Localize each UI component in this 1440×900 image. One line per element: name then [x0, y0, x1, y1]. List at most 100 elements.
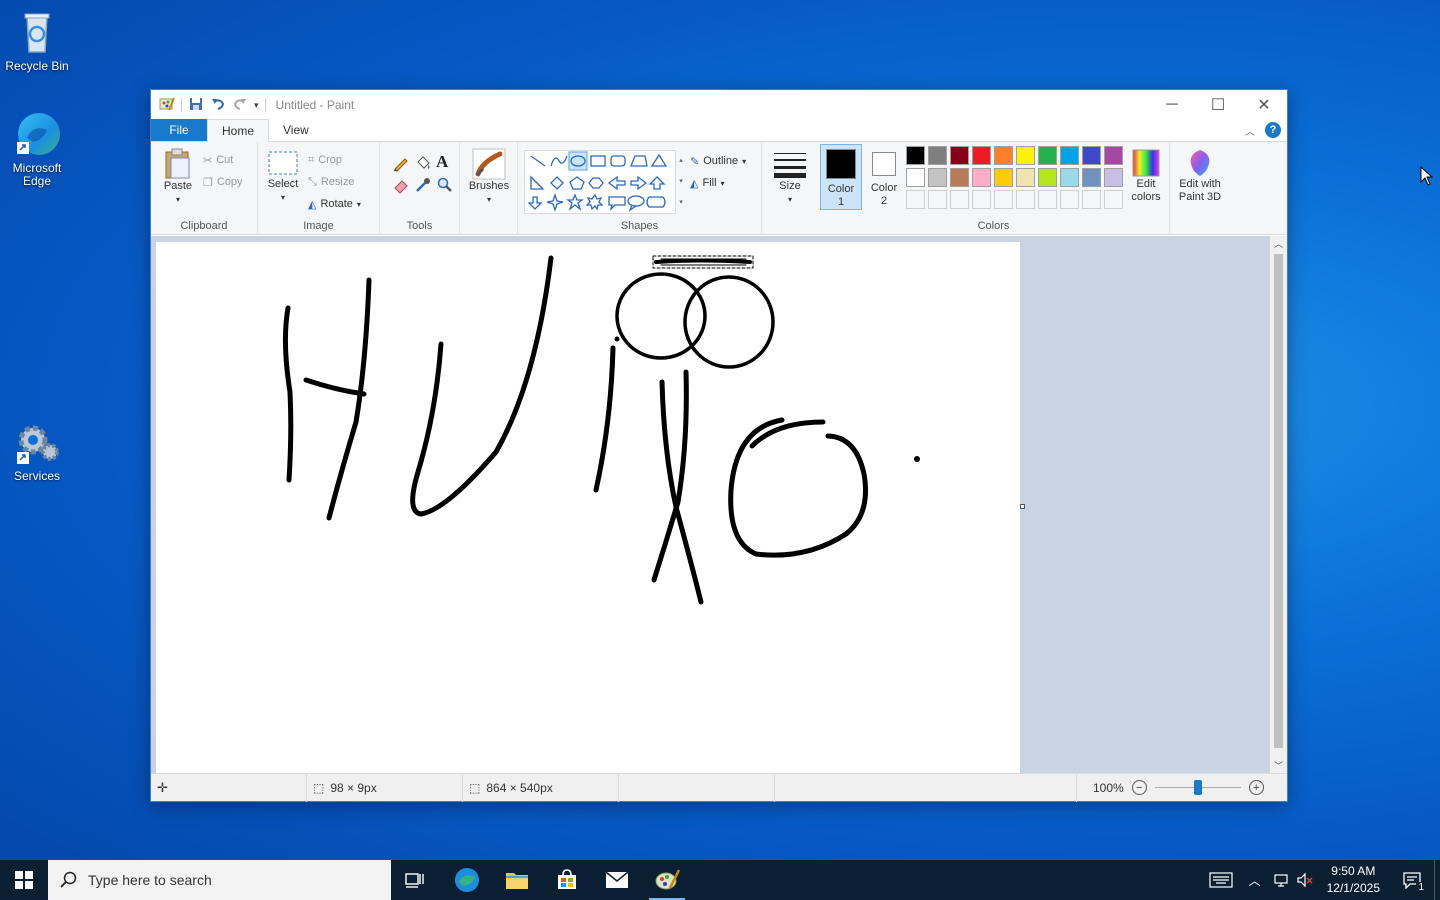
zoom-out-icon[interactable]: − — [1131, 780, 1147, 795]
color-swatch[interactable] — [1082, 146, 1101, 165]
taskbar-mail[interactable] — [593, 860, 641, 900]
scrollbar-thumb[interactable] — [1274, 254, 1283, 748]
save-icon[interactable] — [188, 96, 204, 115]
custom-color-slot[interactable] — [972, 190, 991, 209]
custom-color-slot[interactable] — [1060, 190, 1079, 209]
color-swatch[interactable] — [972, 146, 991, 165]
tab-home[interactable]: Home — [207, 119, 270, 142]
magnifier-icon[interactable] — [436, 176, 454, 197]
color-swatch[interactable] — [928, 146, 947, 165]
vertical-scrollbar[interactable]: ︿ ﹀ — [1270, 236, 1287, 774]
scroll-down-icon[interactable]: ﹀ — [1270, 758, 1287, 774]
color-swatch[interactable] — [1016, 168, 1035, 187]
custom-color-slot[interactable] — [1016, 190, 1035, 209]
color-swatch[interactable] — [994, 146, 1013, 165]
text-tool-icon[interactable]: A — [436, 152, 448, 172]
tab-file[interactable]: File — [151, 119, 207, 141]
custom-color-slot[interactable] — [950, 190, 969, 209]
taskbar-edge[interactable] — [443, 860, 491, 900]
color-swatch[interactable] — [1104, 168, 1123, 187]
pencil-icon[interactable] — [392, 154, 410, 175]
desktop-icon-label: Recycle Bin — [5, 59, 69, 73]
fill-button[interactable]: ◭ Fill ▾ — [690, 172, 725, 194]
brushes-button[interactable]: Brushes ▾ — [468, 148, 510, 206]
chevron-up-icon[interactable]: ︿ — [1241, 872, 1269, 889]
zoom-slider[interactable] — [1154, 780, 1241, 795]
taskbar-paint[interactable] — [643, 860, 691, 900]
canvas-resize-handle[interactable] — [1020, 504, 1025, 509]
color-swatch[interactable] — [972, 168, 991, 187]
redo-icon[interactable] — [232, 96, 248, 115]
group-label: Colors — [977, 220, 1010, 232]
custom-color-slot[interactable] — [928, 190, 947, 209]
help-icon[interactable]: ? — [1265, 122, 1281, 138]
color-swatch[interactable] — [928, 168, 947, 187]
crop-button[interactable]: ⌗ Crop — [308, 149, 342, 171]
start-button[interactable] — [0, 860, 48, 900]
color-swatch[interactable] — [1016, 146, 1035, 165]
color-swatch[interactable] — [1104, 146, 1123, 165]
show-desktop-button[interactable] — [1434, 860, 1440, 900]
outline-button[interactable]: ✎ Outline ▾ — [690, 150, 746, 172]
resize-button[interactable]: ⤡ Resize — [308, 171, 354, 193]
edit-colors-button[interactable]: Edit colors — [1126, 148, 1166, 204]
eraser-icon[interactable] — [392, 176, 410, 197]
task-view-button[interactable] — [391, 860, 439, 900]
color-swatch[interactable] — [1060, 146, 1079, 165]
color-swatch[interactable] — [906, 168, 925, 187]
fill-bucket-icon[interactable] — [414, 154, 432, 175]
color-swatch[interactable] — [950, 146, 969, 165]
color-swatch[interactable] — [1082, 168, 1101, 187]
collapse-ribbon-icon[interactable]: ︿ — [1245, 123, 1255, 138]
volume-muted-icon[interactable] — [1293, 872, 1317, 888]
close-button[interactable]: ✕ — [1241, 90, 1287, 120]
color-swatch[interactable] — [906, 146, 925, 165]
brushes-group: Brushes ▾ — [460, 142, 518, 235]
minimize-button[interactable]: ─ — [1149, 90, 1195, 120]
custom-color-slot[interactable] — [1104, 190, 1123, 209]
color-palette — [906, 146, 1128, 212]
keyboard-icon[interactable] — [1201, 872, 1241, 888]
color1-button[interactable]: Color 1 — [820, 144, 862, 210]
color-swatch[interactable] — [1038, 146, 1057, 165]
cursor-position: ✛ — [151, 773, 307, 802]
customize-qat-icon[interactable]: ▾ — [254, 100, 259, 111]
color-picker-icon[interactable] — [414, 176, 432, 197]
maximize-button[interactable]: ☐ — [1195, 90, 1241, 120]
custom-color-slot[interactable] — [994, 190, 1013, 209]
custom-color-slot[interactable] — [1082, 190, 1101, 209]
taskbar-search[interactable]: Type here to search — [48, 860, 391, 900]
color-swatch[interactable] — [1038, 168, 1057, 187]
scroll-up-icon[interactable]: ︿ — [1270, 236, 1287, 252]
zoom-in-icon[interactable]: + — [1248, 780, 1264, 795]
notifications-button[interactable]: 1 — [1390, 871, 1434, 893]
desktop-icon-recycle-bin[interactable]: Recycle Bin — [0, 8, 74, 73]
desktop-icon-services[interactable]: Services — [0, 418, 74, 483]
undo-icon[interactable] — [210, 96, 226, 115]
network-icon[interactable] — [1269, 872, 1293, 888]
cut-button[interactable]: ✂ Cut — [203, 149, 233, 171]
custom-color-slot[interactable] — [906, 190, 925, 209]
mail-icon — [605, 871, 629, 888]
drawing-canvas[interactable] — [156, 242, 1020, 775]
rotate-button[interactable]: ◭ Rotate ▾ — [308, 193, 361, 215]
taskbar-file-explorer[interactable] — [493, 860, 541, 900]
recycle-bin-icon — [13, 8, 61, 56]
taskbar-store[interactable] — [543, 860, 591, 900]
desktop-icon-edge[interactable]: Microsoft Edge — [0, 110, 74, 188]
color-swatch[interactable] — [950, 168, 969, 187]
shapes-scroll[interactable]: ▴ ▾ ▾ — [676, 150, 686, 214]
tab-view[interactable]: View — [269, 119, 323, 141]
zoom-slider-thumb[interactable] — [1193, 780, 1202, 795]
color-swatch[interactable] — [994, 168, 1013, 187]
copy-button[interactable]: ❐ Copy — [203, 171, 243, 193]
shapes-gallery[interactable] — [524, 150, 676, 214]
select-button[interactable]: Select ▾ — [266, 150, 300, 204]
paste-button[interactable]: Paste ▾ — [161, 148, 195, 206]
edit-with-paint3d-button[interactable]: Edit with Paint 3D — [1172, 148, 1228, 204]
custom-color-slot[interactable] — [1038, 190, 1057, 209]
color2-button[interactable]: Color 2 — [864, 144, 904, 210]
color-swatch[interactable] — [1060, 168, 1079, 187]
clock[interactable]: 9:50 AM 12/1/2025 — [1317, 863, 1390, 897]
size-button[interactable]: Size ▾ — [772, 150, 808, 206]
